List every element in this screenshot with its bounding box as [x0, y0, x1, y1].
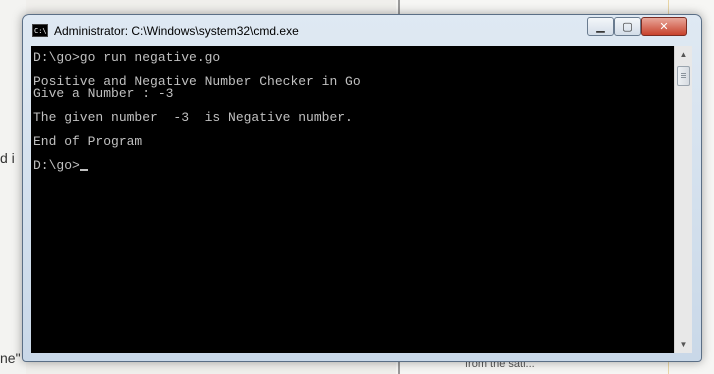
background-text-fragment: ne": [0, 350, 21, 366]
vertical-scrollbar[interactable]: ▲ ▼: [674, 46, 692, 353]
background-text-fragment: d i: [0, 150, 15, 166]
close-button[interactable]: ✕: [641, 17, 687, 36]
text-cursor: [79, 169, 88, 171]
console-prompt: D:\go>: [33, 158, 80, 173]
minimize-button[interactable]: ▁: [587, 17, 614, 36]
maximize-button[interactable]: ▢: [614, 17, 641, 36]
console-line: End of Program: [33, 134, 143, 149]
console-text: D:\go>go run negative.go Positive and Ne…: [33, 50, 361, 173]
cmd-window[interactable]: C:\ Administrator: C:\Windows\system32\c…: [22, 14, 702, 362]
scroll-up-arrow-icon[interactable]: ▲: [675, 46, 692, 63]
scrollbar-thumb[interactable]: [677, 66, 690, 86]
console-line: D:\go>go run negative.go: [33, 50, 221, 65]
window-title: Administrator: C:\Windows\system32\cmd.e…: [54, 24, 299, 38]
scroll-down-arrow-icon[interactable]: ▼: [675, 336, 692, 353]
cmd-app-icon[interactable]: C:\: [32, 24, 48, 37]
console-line: The given number -3 is Negative number.: [33, 110, 353, 125]
console-output[interactable]: D:\go>go run negative.go Positive and Ne…: [31, 46, 674, 353]
title-bar[interactable]: C:\ Administrator: C:\Windows\system32\c…: [23, 15, 701, 45]
console-line: Give a Number : -3: [33, 86, 174, 101]
